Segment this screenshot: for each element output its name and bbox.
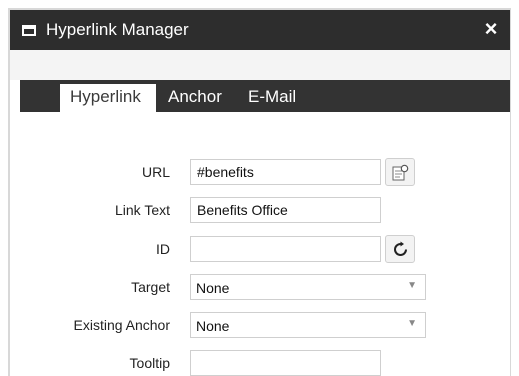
dialog-title: Hyperlink Manager bbox=[46, 20, 189, 39]
tooltip-label: Tooltip bbox=[129, 355, 170, 371]
hyperlink-manager-dialog: Hyperlink Manager × Hyperlink Anchor E-M… bbox=[10, 10, 510, 376]
tab-hyperlink[interactable]: Hyperlink bbox=[60, 84, 156, 112]
target-selected-value: None bbox=[196, 280, 230, 296]
tooltip-field[interactable] bbox=[190, 350, 381, 376]
header-band bbox=[10, 50, 510, 80]
existing-anchor-select[interactable]: None ▼ bbox=[190, 312, 426, 338]
window-icon bbox=[22, 25, 36, 36]
target-label: Target bbox=[131, 279, 170, 295]
url-field[interactable]: #benefits bbox=[190, 159, 381, 185]
tab-strip: Hyperlink Anchor E-Mail bbox=[20, 80, 510, 112]
refresh-icon bbox=[394, 241, 407, 256]
existing-anchor-label: Existing Anchor bbox=[73, 317, 171, 333]
link-text-field[interactable]: Benefits Office bbox=[190, 197, 381, 223]
tab-email[interactable]: E-Mail bbox=[238, 84, 306, 112]
regenerate-id-button[interactable] bbox=[385, 235, 415, 263]
tooltip-row: Tooltip bbox=[10, 350, 510, 376]
id-field[interactable] bbox=[190, 236, 381, 262]
url-label: URL bbox=[141, 164, 170, 180]
dialog-titlebar[interactable]: Hyperlink Manager × bbox=[10, 10, 510, 50]
browse-document-button[interactable] bbox=[385, 158, 415, 186]
target-select[interactable]: None ▼ bbox=[190, 274, 426, 300]
chevron-down-icon: ▼ bbox=[407, 280, 417, 291]
link-text-label: Link Text bbox=[115, 202, 170, 218]
link-text-row: Link Text Benefits Office bbox=[10, 197, 510, 225]
close-icon[interactable]: × bbox=[480, 18, 502, 40]
chevron-down-icon: ▼ bbox=[407, 318, 417, 329]
target-row: Target None ▼ bbox=[10, 274, 510, 302]
existing-anchor-selected-value: None bbox=[196, 318, 230, 334]
url-row: URL #benefits bbox=[10, 158, 510, 187]
existing-anchor-row: Existing Anchor None ▼ bbox=[10, 312, 510, 340]
document-browse-icon bbox=[392, 164, 409, 181]
dialog-content: Hyperlink Anchor E-Mail URL #benefits Li… bbox=[10, 50, 510, 376]
id-label: ID bbox=[156, 241, 170, 257]
id-row: ID bbox=[10, 235, 510, 264]
tab-anchor[interactable]: Anchor bbox=[158, 84, 232, 112]
